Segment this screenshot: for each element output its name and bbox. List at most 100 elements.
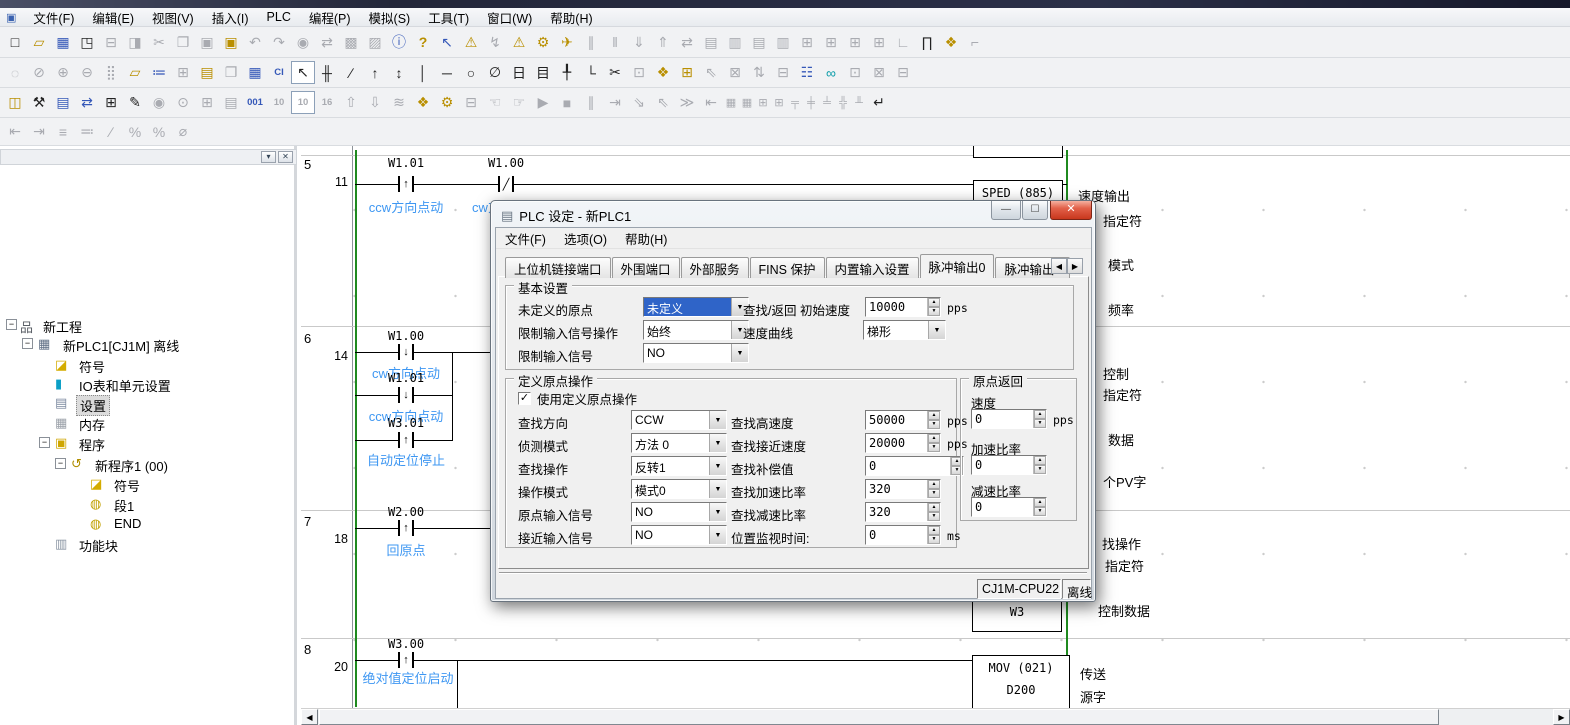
open-file-button[interactable]: ▱ <box>27 31 51 54</box>
zoom-out-button[interactable]: ⊖ <box>75 61 99 84</box>
dropdown[interactable]: NO ▼ <box>643 343 749 363</box>
new-window-button[interactable]: ⊞ <box>99 91 123 114</box>
print-button[interactable]: ⊟ <box>99 31 123 54</box>
run-to-end-button[interactable]: ⇤ <box>699 91 723 114</box>
force-cancel-button[interactable]: ≋ <box>387 91 411 114</box>
zoom-in-button[interactable]: ⊕ <box>51 61 75 84</box>
close-icon[interactable]: ✕ <box>278 151 293 163</box>
cascade-windows-button[interactable]: ◫ <box>3 91 27 114</box>
number-spinner[interactable]: 0 ▲ ▼ <box>865 456 964 476</box>
spin-up-icon[interactable]: ▲ <box>928 434 940 443</box>
chevron-down-icon[interactable]: ▼ <box>928 321 945 339</box>
function-block-inv-tool[interactable]: 目 <box>531 61 555 84</box>
unit-setup-button[interactable]: ⊞ <box>819 31 843 54</box>
number-spinner[interactable]: 20000 ▲ ▼ <box>865 433 941 453</box>
ladder-contact[interactable]: ↑ <box>398 176 414 192</box>
dialog-menu-item[interactable]: 帮助(H) <box>616 229 676 248</box>
watch-grid-button[interactable]: ⊞ <box>675 61 699 84</box>
spin-up-icon[interactable]: ▲ <box>928 480 940 489</box>
tab-scroll-right-icon[interactable]: ▶ <box>1067 258 1083 274</box>
menu-item[interactable]: 模拟(S) <box>360 8 420 26</box>
coil-nc-tool[interactable]: ∅ <box>483 61 507 84</box>
menu-item[interactable]: 插入(I) <box>203 8 258 26</box>
transfer-button[interactable]: ✈ <box>555 31 579 54</box>
contact-no-tool[interactable]: ╫ <box>315 61 339 84</box>
dropdown[interactable]: 梯形 ▼ <box>863 320 946 340</box>
transfer-program-button[interactable]: ⊟ <box>459 91 483 114</box>
contact-nc-tool[interactable]: ∕ <box>339 61 363 84</box>
align-2-button[interactable]: ╪ <box>803 91 819 114</box>
menu-item[interactable]: 编程(P) <box>300 8 360 26</box>
monitor-step-button[interactable]: ▥ <box>771 31 795 54</box>
align-bottom-button[interactable]: ≕ <box>75 120 99 143</box>
io-table-button[interactable]: ⊞ <box>795 31 819 54</box>
tree-item[interactable]: ◪ 符号 <box>0 475 297 494</box>
chevron-down-icon[interactable]: ▾ <box>261 151 276 163</box>
chevron-down-icon[interactable]: ▼ <box>709 526 726 544</box>
sim-run-button[interactable]: ▶ <box>531 91 555 114</box>
dropdown[interactable]: 模式0 ▼ <box>631 479 727 499</box>
tree-expander-icon[interactable]: − <box>39 437 50 448</box>
number-spinner[interactable]: 10000 ▲ ▼ <box>865 297 941 317</box>
spinner-value[interactable]: 0 <box>866 457 950 475</box>
horizontal-line-tool[interactable]: ─ <box>435 61 459 84</box>
usage-report-button[interactable]: ⊙ <box>171 91 195 114</box>
tree-item[interactable]: ▮ IO表和单元设置 <box>0 375 297 394</box>
spin-down-icon[interactable]: ▼ <box>928 489 940 498</box>
indent-right-button[interactable]: ⇥ <box>27 120 51 143</box>
comment-box-button[interactable]: ⊡ <box>627 61 651 84</box>
compare-button[interactable]: ⇄ <box>675 31 699 54</box>
scroll-left-icon[interactable]: ◀ <box>301 709 318 725</box>
tree-item[interactable]: − ↺ 新程序1 (00) <box>0 455 297 474</box>
force-set-button[interactable]: ⇧ <box>339 91 363 114</box>
percent-1-button[interactable]: % <box>123 120 147 143</box>
coil-tool[interactable]: ○ <box>459 61 483 84</box>
print-preview-button[interactable]: ◨ <box>123 31 147 54</box>
error-find-button[interactable]: ⚠ <box>507 31 531 54</box>
vertical-line-tool[interactable]: │ <box>411 61 435 84</box>
build-button[interactable]: ⚒ <box>27 91 51 114</box>
tree-item[interactable]: ▥ 功能块 <box>0 535 297 554</box>
spinner-value[interactable]: 320 <box>866 503 927 521</box>
section-list-button[interactable]: ▤ <box>195 61 219 84</box>
symbol-comment-button[interactable]: ▱ <box>123 61 147 84</box>
dropdown[interactable]: 始终 ▼ <box>643 320 749 340</box>
replace-button[interactable]: ⇄ <box>315 31 339 54</box>
tree-item[interactable]: ▦ 内存 <box>0 414 297 433</box>
number-spinner[interactable]: 0 ▲ ▼ <box>865 525 941 545</box>
spin-down-icon[interactable]: ▼ <box>928 307 940 316</box>
indent-left-button[interactable]: ⇤ <box>3 120 27 143</box>
checkbox[interactable]: ✓ <box>518 392 531 405</box>
tree-expander-icon[interactable]: − <box>55 458 66 469</box>
function-block-tool[interactable]: 日 <box>507 61 531 84</box>
dropdown[interactable]: 方法 0 ▼ <box>631 433 727 453</box>
contact-up-tool[interactable]: ↑ <box>363 61 387 84</box>
menu-item[interactable]: 视图(V) <box>143 8 203 26</box>
zoom-reset-button[interactable]: ⊘ <box>27 61 51 84</box>
menu-item[interactable]: 帮助(H) <box>541 8 601 26</box>
chevron-down-icon[interactable]: ▼ <box>709 411 726 429</box>
window-split-button[interactable]: ⊞ <box>171 61 195 84</box>
spin-up-icon[interactable]: ▲ <box>1034 456 1046 465</box>
force-reset-button[interactable]: ⇩ <box>363 91 387 114</box>
spinner-value[interactable]: 0 <box>866 526 927 544</box>
mnemonic-view-button[interactable]: ☷ <box>795 61 819 84</box>
contact-updown-tool[interactable]: ↕ <box>387 61 411 84</box>
tree-item[interactable]: ◪ 符号 <box>0 356 297 375</box>
simulator-settings-button[interactable]: ⚙ <box>435 91 459 114</box>
pause-point-button[interactable]: ∥ <box>579 31 603 54</box>
number-spinner[interactable]: 0 ▲ ▼ <box>971 455 1047 475</box>
percent-2-button[interactable]: % <box>147 120 171 143</box>
tree-toggle-button[interactable]: ❐ <box>219 61 243 84</box>
pause-hand-button[interactable]: ☜ <box>483 91 507 114</box>
settings-tab[interactable]: 外部服务 <box>681 257 749 278</box>
monitor-button[interactable]: ▤ <box>699 31 723 54</box>
spinner-value[interactable]: 0 <box>972 498 1033 516</box>
ladder-contact[interactable]: ↑ <box>398 520 414 536</box>
signed-decimal-button[interactable]: 10 <box>291 91 315 114</box>
align-4-button[interactable]: ╬ <box>835 91 851 114</box>
undo-button[interactable]: ↶ <box>243 31 267 54</box>
binary-monitor-button[interactable]: 001 <box>243 91 267 114</box>
protect-button[interactable]: ❖ <box>939 31 963 54</box>
dialog-menu-item[interactable]: 选项(O) <box>555 229 616 248</box>
